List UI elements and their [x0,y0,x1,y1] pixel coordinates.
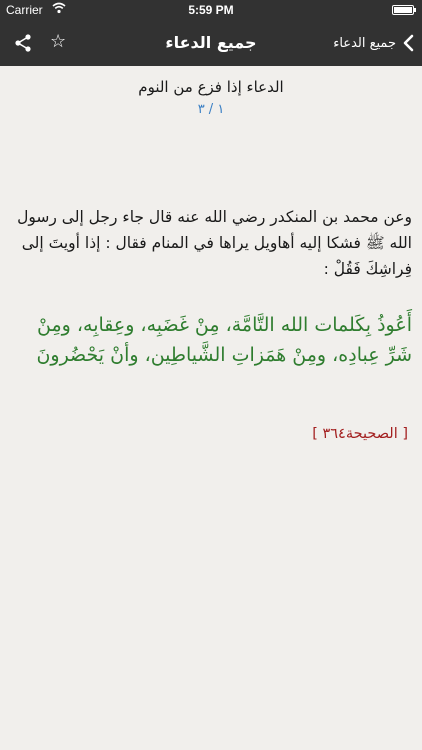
hadith-narration: وعن محمد بن المنكدر رضي الله عنه قال جاء… [17,208,412,278]
page-indicator: ١ / ٣ [197,102,225,117]
dua-content: الدعاء إذا فزع من النوم ١ / ٣ وعن محمد ب… [0,66,422,750]
share-icon[interactable] [12,32,34,54]
navigation-bar: ☆ جميع الدعاء جميع الدعاء [0,20,422,66]
battery-icon [392,5,416,15]
back-button-label: جميع الدعاء [333,35,396,51]
source-reference: [ الصحيحة٣٦٤ ] [312,426,408,442]
nav-title: جميع الدعاء [165,33,257,52]
star-outline-icon[interactable]: ☆ [50,30,66,54]
chevron-left-icon [403,34,414,52]
status-bar: Carrier 5:59 PM [0,0,422,20]
dua-text: أَعُوذُ بِكَلمات الله التَّامَّة، مِنْ غ… [36,314,412,366]
status-time: 5:59 PM [188,3,234,17]
dua-title: الدعاء إذا فزع من النوم [138,78,284,96]
back-button[interactable]: جميع الدعاء [333,32,414,54]
